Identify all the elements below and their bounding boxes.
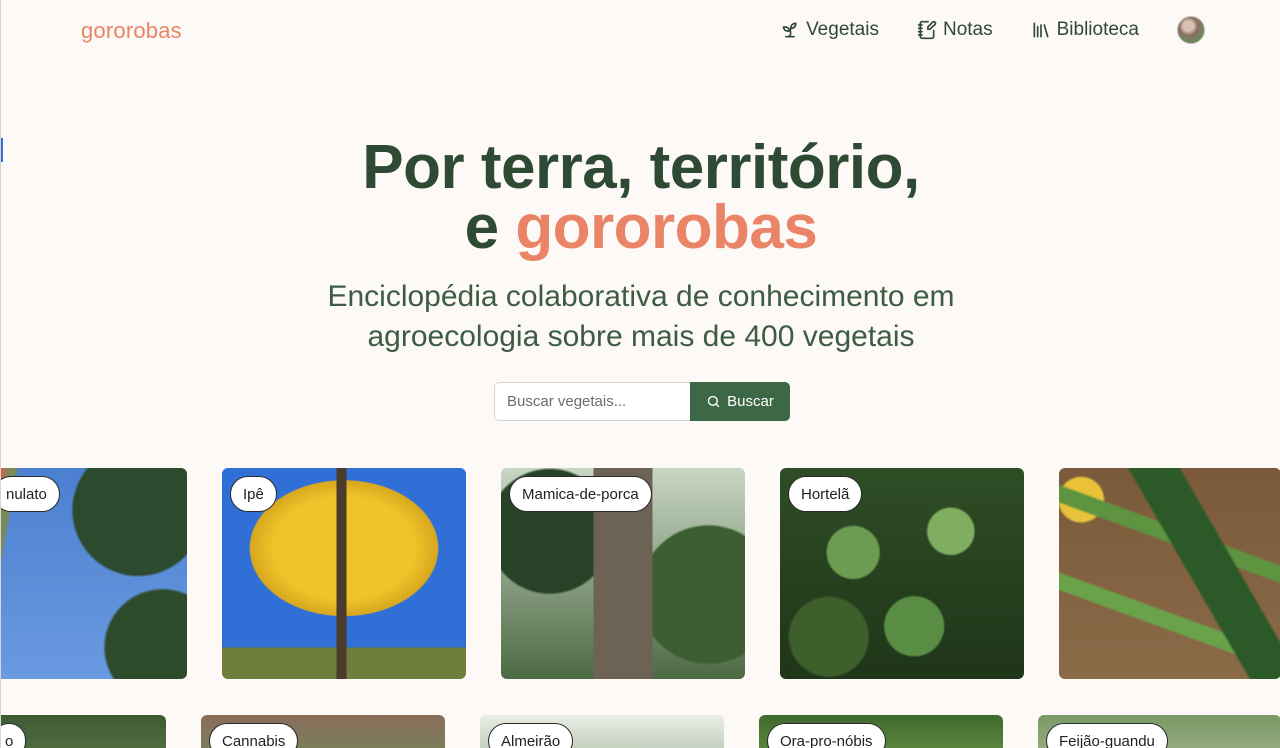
page: gororobas Vegetais Notas Biblioteca Por … <box>0 0 1280 748</box>
logo[interactable]: gororobas <box>81 18 182 44</box>
search-form: Buscar <box>494 382 790 421</box>
vegetable-card[interactable]: nulato <box>1 468 187 679</box>
search-button-label: Buscar <box>727 393 774 410</box>
vegetable-card[interactable]: Feijão-guandu <box>1038 715 1280 748</box>
nav-item-notas[interactable]: Notas <box>917 19 993 41</box>
vegetable-card[interactable]: o <box>1 715 166 748</box>
search-input[interactable] <box>494 382 690 421</box>
hero-subtitle-line1: Enciclopédia colaborativa de conheciment… <box>327 280 955 313</box>
vegetable-card-label: Cannabis <box>209 723 299 748</box>
vegetable-card[interactable]: Mamica-de-porca <box>501 468 745 679</box>
vegetable-card[interactable]: Almeirão <box>480 715 724 748</box>
vegetable-card-label: Ora-pro-nóbis <box>767 723 886 748</box>
nav-item-vegetais[interactable]: Vegetais <box>780 19 879 41</box>
search-button[interactable]: Buscar <box>690 382 790 421</box>
vegetable-card-label: Mamica-de-porca <box>509 476 652 512</box>
user-avatar[interactable] <box>1177 16 1205 44</box>
nav-label: Vegetais <box>806 19 879 40</box>
hero-subtitle: Enciclopédia colaborativa de conheciment… <box>1 277 1280 357</box>
sprout-icon <box>782 22 797 38</box>
hero-subtitle-line2: agroecologia sobre mais de 400 vegetais <box>367 320 915 353</box>
vegetable-card-label: o <box>1 723 27 748</box>
notes-icon <box>917 20 937 40</box>
header: gororobas Vegetais Notas Biblioteca <box>1 0 1280 64</box>
vegetable-card-label: Almeirão <box>488 723 574 748</box>
hero-title: Por terra, território, e gororobas <box>1 137 1280 259</box>
vegetable-card[interactable]: Hortelã <box>780 468 1024 679</box>
vegetable-card-label: Feijão-guandu <box>1046 723 1168 748</box>
vegetable-card-label: Ipê <box>230 476 277 512</box>
vegetable-card[interactable] <box>1059 468 1280 679</box>
vegetable-card-label: Hortelã <box>788 476 863 512</box>
library-icon <box>1033 22 1049 38</box>
hero-title-accent: gororobas <box>515 193 818 262</box>
nav-item-biblioteca[interactable]: Biblioteca <box>1031 19 1139 41</box>
search-icon <box>707 395 720 408</box>
hero-title-line1: Por terra, território, <box>362 133 920 202</box>
vegetable-card-label: nulato <box>1 476 60 512</box>
nav-label: Notas <box>942 19 993 40</box>
vegetable-card[interactable]: Ipê <box>222 468 466 679</box>
vegetable-card[interactable]: Cannabis <box>201 715 445 748</box>
nav-label: Biblioteca <box>1056 19 1139 40</box>
hero-title-prefix: e <box>464 193 499 262</box>
main-nav: Vegetais Notas Biblioteca <box>780 16 1205 44</box>
vegetable-card[interactable]: Ora-pro-nóbis <box>759 715 1003 748</box>
